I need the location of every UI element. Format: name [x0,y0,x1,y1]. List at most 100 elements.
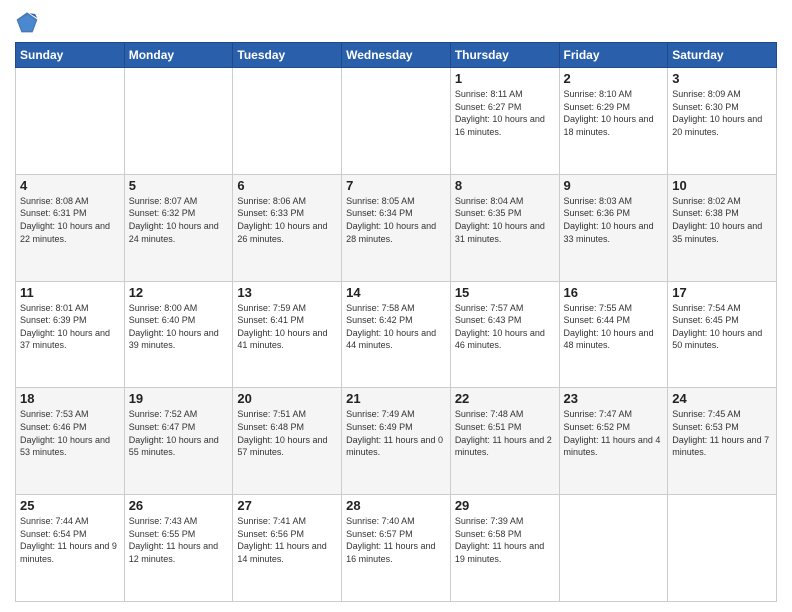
day-number: 20 [237,391,337,406]
day-number: 28 [346,498,446,513]
calendar-cell: 9 Sunrise: 8:03 AM Sunset: 6:36 PM Daylig… [559,174,668,281]
day-number: 2 [564,71,664,86]
calendar-cell: 13Sunrise: 7:59 AM Sunset: 6:41 PM Dayli… [233,281,342,388]
day-number: 21 [346,391,446,406]
day-info: Sunrise: 8:08 AM Sunset: 6:31 PM Dayligh… [20,195,120,245]
calendar-week-row: 11 Sunrise: 8:01 AM Sunset: 6:39 PM Dayli… [16,281,777,388]
calendar-cell: 25 Sunrise: 7:44 AM Sunset: 6:54 PM Dayli… [16,495,125,602]
logo [15,10,41,34]
day-number: 4 [20,178,120,193]
weekday-header-tuesday: Tuesday [233,43,342,68]
calendar-cell: 12 Sunrise: 8:00 AM Sunset: 6:40 PM Dayli… [124,281,233,388]
day-info: Sunrise: 7:54 AM Sunset: 6:45 PM Dayligh… [672,302,772,352]
calendar-cell: 29 Sunrise: 7:39 AM Sunset: 6:58 PM Dayli… [450,495,559,602]
day-number: 23 [564,391,664,406]
calendar-cell: 1 Sunrise: 8:11 AM Sunset: 6:27 PM Daylig… [450,68,559,175]
calendar-week-row: 1 Sunrise: 8:11 AM Sunset: 6:27 PM Daylig… [16,68,777,175]
weekday-header-saturday: Saturday [668,43,777,68]
day-info: Sunrise: 8:00 AM Sunset: 6:40 PM Dayligh… [129,302,229,352]
day-info: Sunrise: 8:03 AM Sunset: 6:36 PM Dayligh… [564,195,664,245]
day-number: 17 [672,285,772,300]
day-info: Sunrise: 7:52 AM Sunset: 6:47 PM Dayligh… [129,408,229,458]
header [15,10,777,34]
day-number: 6 [237,178,337,193]
day-number: 22 [455,391,555,406]
logo-icon [15,10,39,34]
day-number: 24 [672,391,772,406]
calendar-cell: 3 Sunrise: 8:09 AM Sunset: 6:30 PM Daylig… [668,68,777,175]
day-info: Sunrise: 7:55 AM Sunset: 6:44 PM Dayligh… [564,302,664,352]
day-number: 19 [129,391,229,406]
day-info: Sunrise: 7:51 AM Sunset: 6:48 PM Dayligh… [237,408,337,458]
calendar-week-row: 18Sunrise: 7:53 AM Sunset: 6:46 PM Dayli… [16,388,777,495]
day-info: Sunrise: 7:41 AM Sunset: 6:56 PM Dayligh… [237,515,337,565]
day-number: 10 [672,178,772,193]
day-info: Sunrise: 7:48 AM Sunset: 6:51 PM Dayligh… [455,408,555,458]
calendar-cell [342,68,451,175]
calendar-cell: 18Sunrise: 7:53 AM Sunset: 6:46 PM Dayli… [16,388,125,495]
calendar-cell [16,68,125,175]
calendar-cell: 14 Sunrise: 7:58 AM Sunset: 6:42 PM Dayli… [342,281,451,388]
calendar-cell: 15Sunrise: 7:57 AM Sunset: 6:43 PM Dayli… [450,281,559,388]
day-number: 15 [455,285,555,300]
calendar-cell [668,495,777,602]
day-number: 7 [346,178,446,193]
calendar-cell: 21 Sunrise: 7:49 AM Sunset: 6:49 PM Dayli… [342,388,451,495]
calendar-cell: 4 Sunrise: 8:08 AM Sunset: 6:31 PM Daylig… [16,174,125,281]
day-number: 11 [20,285,120,300]
day-info: Sunrise: 7:39 AM Sunset: 6:58 PM Dayligh… [455,515,555,565]
day-info: Sunrise: 7:40 AM Sunset: 6:57 PM Dayligh… [346,515,446,565]
day-info: Sunrise: 8:06 AM Sunset: 6:33 PM Dayligh… [237,195,337,245]
calendar-cell: 26 Sunrise: 7:43 AM Sunset: 6:55 PM Dayli… [124,495,233,602]
day-info: Sunrise: 8:07 AM Sunset: 6:32 PM Dayligh… [129,195,229,245]
calendar-cell: 17 Sunrise: 7:54 AM Sunset: 6:45 PM Dayli… [668,281,777,388]
day-number: 3 [672,71,772,86]
day-number: 29 [455,498,555,513]
day-number: 1 [455,71,555,86]
calendar-cell: 28 Sunrise: 7:40 AM Sunset: 6:57 PM Dayli… [342,495,451,602]
calendar-cell: 27 Sunrise: 7:41 AM Sunset: 6:56 PM Dayli… [233,495,342,602]
calendar-cell: 5Sunrise: 8:07 AM Sunset: 6:32 PM Daylig… [124,174,233,281]
calendar-cell [559,495,668,602]
calendar-cell: 23 Sunrise: 7:47 AM Sunset: 6:52 PM Dayli… [559,388,668,495]
day-info: Sunrise: 8:01 AM Sunset: 6:39 PM Dayligh… [20,302,120,352]
calendar-cell: 11 Sunrise: 8:01 AM Sunset: 6:39 PM Dayli… [16,281,125,388]
day-info: Sunrise: 7:47 AM Sunset: 6:52 PM Dayligh… [564,408,664,458]
day-info: Sunrise: 8:10 AM Sunset: 6:29 PM Dayligh… [564,88,664,138]
day-info: Sunrise: 7:49 AM Sunset: 6:49 PM Dayligh… [346,408,446,458]
calendar-cell: 22 Sunrise: 7:48 AM Sunset: 6:51 PM Dayli… [450,388,559,495]
day-number: 14 [346,285,446,300]
calendar-table: SundayMondayTuesdayWednesdayThursdayFrid… [15,42,777,602]
day-info: Sunrise: 7:43 AM Sunset: 6:55 PM Dayligh… [129,515,229,565]
calendar-cell: 2 Sunrise: 8:10 AM Sunset: 6:29 PM Daylig… [559,68,668,175]
day-number: 9 [564,178,664,193]
weekday-header-monday: Monday [124,43,233,68]
day-info: Sunrise: 7:59 AM Sunset: 6:41 PM Dayligh… [237,302,337,352]
day-number: 27 [237,498,337,513]
day-number: 16 [564,285,664,300]
weekday-header-thursday: Thursday [450,43,559,68]
day-number: 26 [129,498,229,513]
day-info: Sunrise: 8:05 AM Sunset: 6:34 PM Dayligh… [346,195,446,245]
calendar-cell: 16 Sunrise: 7:55 AM Sunset: 6:44 PM Dayli… [559,281,668,388]
weekday-header-friday: Friday [559,43,668,68]
day-info: Sunrise: 7:45 AM Sunset: 6:53 PM Dayligh… [672,408,772,458]
weekday-header-row: SundayMondayTuesdayWednesdayThursdayFrid… [16,43,777,68]
page: SundayMondayTuesdayWednesdayThursdayFrid… [0,0,792,612]
calendar-cell [124,68,233,175]
calendar-cell: 10Sunrise: 8:02 AM Sunset: 6:38 PM Dayli… [668,174,777,281]
calendar-cell: 6 Sunrise: 8:06 AM Sunset: 6:33 PM Daylig… [233,174,342,281]
day-info: Sunrise: 7:58 AM Sunset: 6:42 PM Dayligh… [346,302,446,352]
calendar-week-row: 25 Sunrise: 7:44 AM Sunset: 6:54 PM Dayli… [16,495,777,602]
day-number: 25 [20,498,120,513]
calendar-week-row: 4 Sunrise: 8:08 AM Sunset: 6:31 PM Daylig… [16,174,777,281]
day-info: Sunrise: 7:44 AM Sunset: 6:54 PM Dayligh… [20,515,120,565]
day-number: 8 [455,178,555,193]
calendar-cell: 24 Sunrise: 7:45 AM Sunset: 6:53 PM Dayli… [668,388,777,495]
day-info: Sunrise: 8:09 AM Sunset: 6:30 PM Dayligh… [672,88,772,138]
calendar-cell: 8Sunrise: 8:04 AM Sunset: 6:35 PM Daylig… [450,174,559,281]
calendar-cell: 20 Sunrise: 7:51 AM Sunset: 6:48 PM Dayli… [233,388,342,495]
day-info: Sunrise: 8:11 AM Sunset: 6:27 PM Dayligh… [455,88,555,138]
day-number: 12 [129,285,229,300]
calendar-cell: 7 Sunrise: 8:05 AM Sunset: 6:34 PM Daylig… [342,174,451,281]
